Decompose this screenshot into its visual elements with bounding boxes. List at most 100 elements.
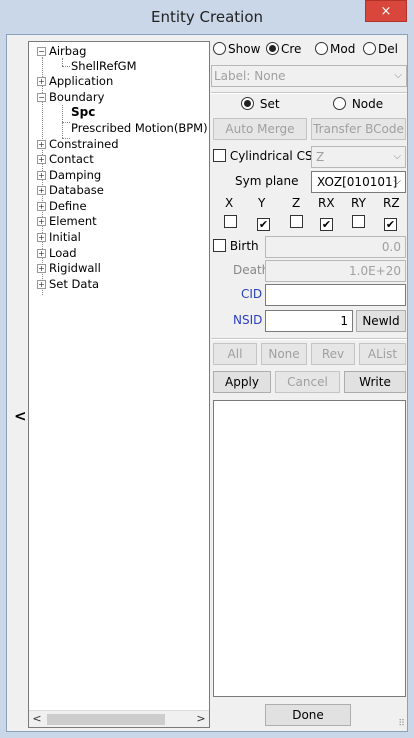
select-all-button[interactable]: All [213,343,257,365]
dof-rz-label: RZ [383,196,400,210]
tree-item-element[interactable]: + Element [37,214,97,229]
close-button[interactable]: × [365,0,407,22]
tree-item-database[interactable]: + Database [37,183,104,198]
tree-item-load[interactable]: + Load [37,246,77,261]
tree-expander-icon[interactable]: + [37,202,46,211]
checkbox-icon [352,215,365,228]
tree-item-spc[interactable]: Spc [71,105,95,120]
collapse-panel-arrow-icon[interactable]: < [14,407,27,425]
chevron-down-icon: ⌵ [393,176,401,187]
title-bar: Entity Creation × [0,0,414,34]
tree-item-contact[interactable]: + Contact [37,152,94,167]
keyword-output-area[interactable] [213,400,406,697]
tree-expander-icon[interactable]: + [37,186,46,195]
cylindrical-axis-dropdown[interactable]: Z ⌵ [311,146,406,168]
set-radio[interactable]: Set [241,97,280,111]
radio-selected-icon [241,97,254,110]
cylindrical-cs-checkbox[interactable]: Cylindrical CS [213,149,313,163]
dof-z-checkbox[interactable] [290,215,303,229]
dof-rx-checkbox[interactable]: ✔ [320,215,333,231]
mode-show-radio[interactable]: Show [213,42,260,56]
tree-item-define[interactable]: + Define [37,199,87,214]
tree-item-constrained[interactable]: + Constrained [37,137,119,152]
node-radio[interactable]: Node [333,97,383,111]
tree-item-label: Spc [71,105,96,119]
tree-item-label: ShellRefGM [71,59,137,73]
checkbox-checked-icon: ✔ [320,218,333,231]
tree-item-boundary[interactable]: − Boundary [37,90,104,105]
label-prefix: Label: [214,69,251,83]
tree-expander-icon[interactable]: + [37,249,46,258]
tree-expander-icon[interactable]: + [37,171,46,180]
tree-item-prescribed-motion[interactable]: Prescribed Motion(BPM) [71,121,208,136]
done-button[interactable]: Done [265,704,351,726]
tree-expander-icon[interactable]: + [37,140,46,149]
creation-form: Show Cre Mod Del Label: None ⌵ Set Node … [211,35,407,731]
cylindrical-cs-label: Cylindrical CS [229,149,313,163]
nsid-input[interactable]: 1 [265,310,353,332]
mode-radio-group: Show Cre Mod Del [211,42,407,60]
cancel-button[interactable]: Cancel [275,371,340,393]
set-radio-label: Set [259,97,280,111]
birth-label: Birth [229,239,259,253]
tree-item-airbag[interactable]: − Airbag [37,44,86,59]
tree-item-set-data[interactable]: + Set Data [37,277,99,292]
sym-plane-value: XOZ[010101] [317,175,398,189]
tree-expander-icon[interactable]: − [37,47,46,56]
divider [211,92,407,94]
select-none-button[interactable]: None [261,343,307,365]
tree-item-initial[interactable]: + Initial [37,230,81,245]
tree-expander-icon[interactable]: + [37,217,46,226]
death-field[interactable]: 1.0E+20 [265,260,406,282]
tree-expander-icon[interactable]: + [37,77,46,86]
tree-horizontal-scrollbar[interactable]: < > [29,710,209,727]
tree-expander-icon[interactable]: + [37,280,46,289]
mode-modify-radio[interactable]: Mod [315,42,355,56]
transfer-bcode-button[interactable]: Transfer BCode [311,118,406,140]
cid-label: CID [241,287,263,301]
mode-create-radio[interactable]: Cre [266,42,301,56]
reverse-selection-button[interactable]: Rev [311,343,355,365]
tree-expander-icon[interactable]: − [37,93,46,102]
checkbox-checked-icon: ✔ [257,218,270,231]
cid-input[interactable] [265,284,406,306]
tree-item-label: Airbag [49,44,87,58]
checkbox-icon [213,239,226,252]
tree-item-application[interactable]: + Application [37,74,113,89]
write-button[interactable]: Write [344,371,406,393]
auto-merge-button[interactable]: Auto Merge [213,118,307,140]
scroll-thumb[interactable] [47,714,165,725]
mode-delete-radio[interactable]: Del [363,42,398,56]
dof-x-checkbox[interactable] [224,215,237,229]
radio-icon [363,42,376,55]
apply-button[interactable]: Apply [213,371,271,393]
new-id-button[interactable]: NewId [356,310,406,332]
tree-item-label: Damping [49,168,102,182]
tree-expander-icon[interactable]: + [37,233,46,242]
tree-guide-line [62,58,63,66]
sym-plane-dropdown[interactable]: XOZ[010101] ⌵ [311,171,406,193]
dof-ry-checkbox[interactable] [352,215,365,229]
entity-tree[interactable]: − Airbag ShellRefGM + Application − Boundar… [28,41,210,728]
alist-button[interactable]: AList [359,343,406,365]
scroll-right-icon[interactable]: > [193,711,209,727]
window-title: Entity Creation [150,8,264,26]
birth-checkbox[interactable]: Birth [213,239,259,253]
mode-delete-label: Del [378,42,398,56]
dof-y-checkbox[interactable]: ✔ [257,215,270,231]
resize-grip-icon[interactable]: ⠿ [398,719,405,729]
tree-item-label: Application [49,74,114,88]
dof-rx-label: RX [318,196,335,210]
tree-item-shellrefgm[interactable]: ShellRefGM [71,59,137,74]
label-dropdown[interactable]: Label: None ⌵ [211,65,407,87]
dof-rz-checkbox[interactable]: ✔ [384,215,397,231]
birth-field[interactable]: 0.0 [265,236,406,258]
tree-item-damping[interactable]: + Damping [37,168,101,183]
tree-expander-icon[interactable]: + [37,264,46,273]
scroll-left-icon[interactable]: < [29,711,45,727]
tree-expander-icon[interactable]: + [37,155,46,164]
tree-item-label: Constrained [49,137,119,151]
tree-item-rigidwall[interactable]: + Rigidwall [37,261,101,276]
sym-plane-label: Sym plane [235,174,299,188]
checkbox-icon [224,215,237,228]
